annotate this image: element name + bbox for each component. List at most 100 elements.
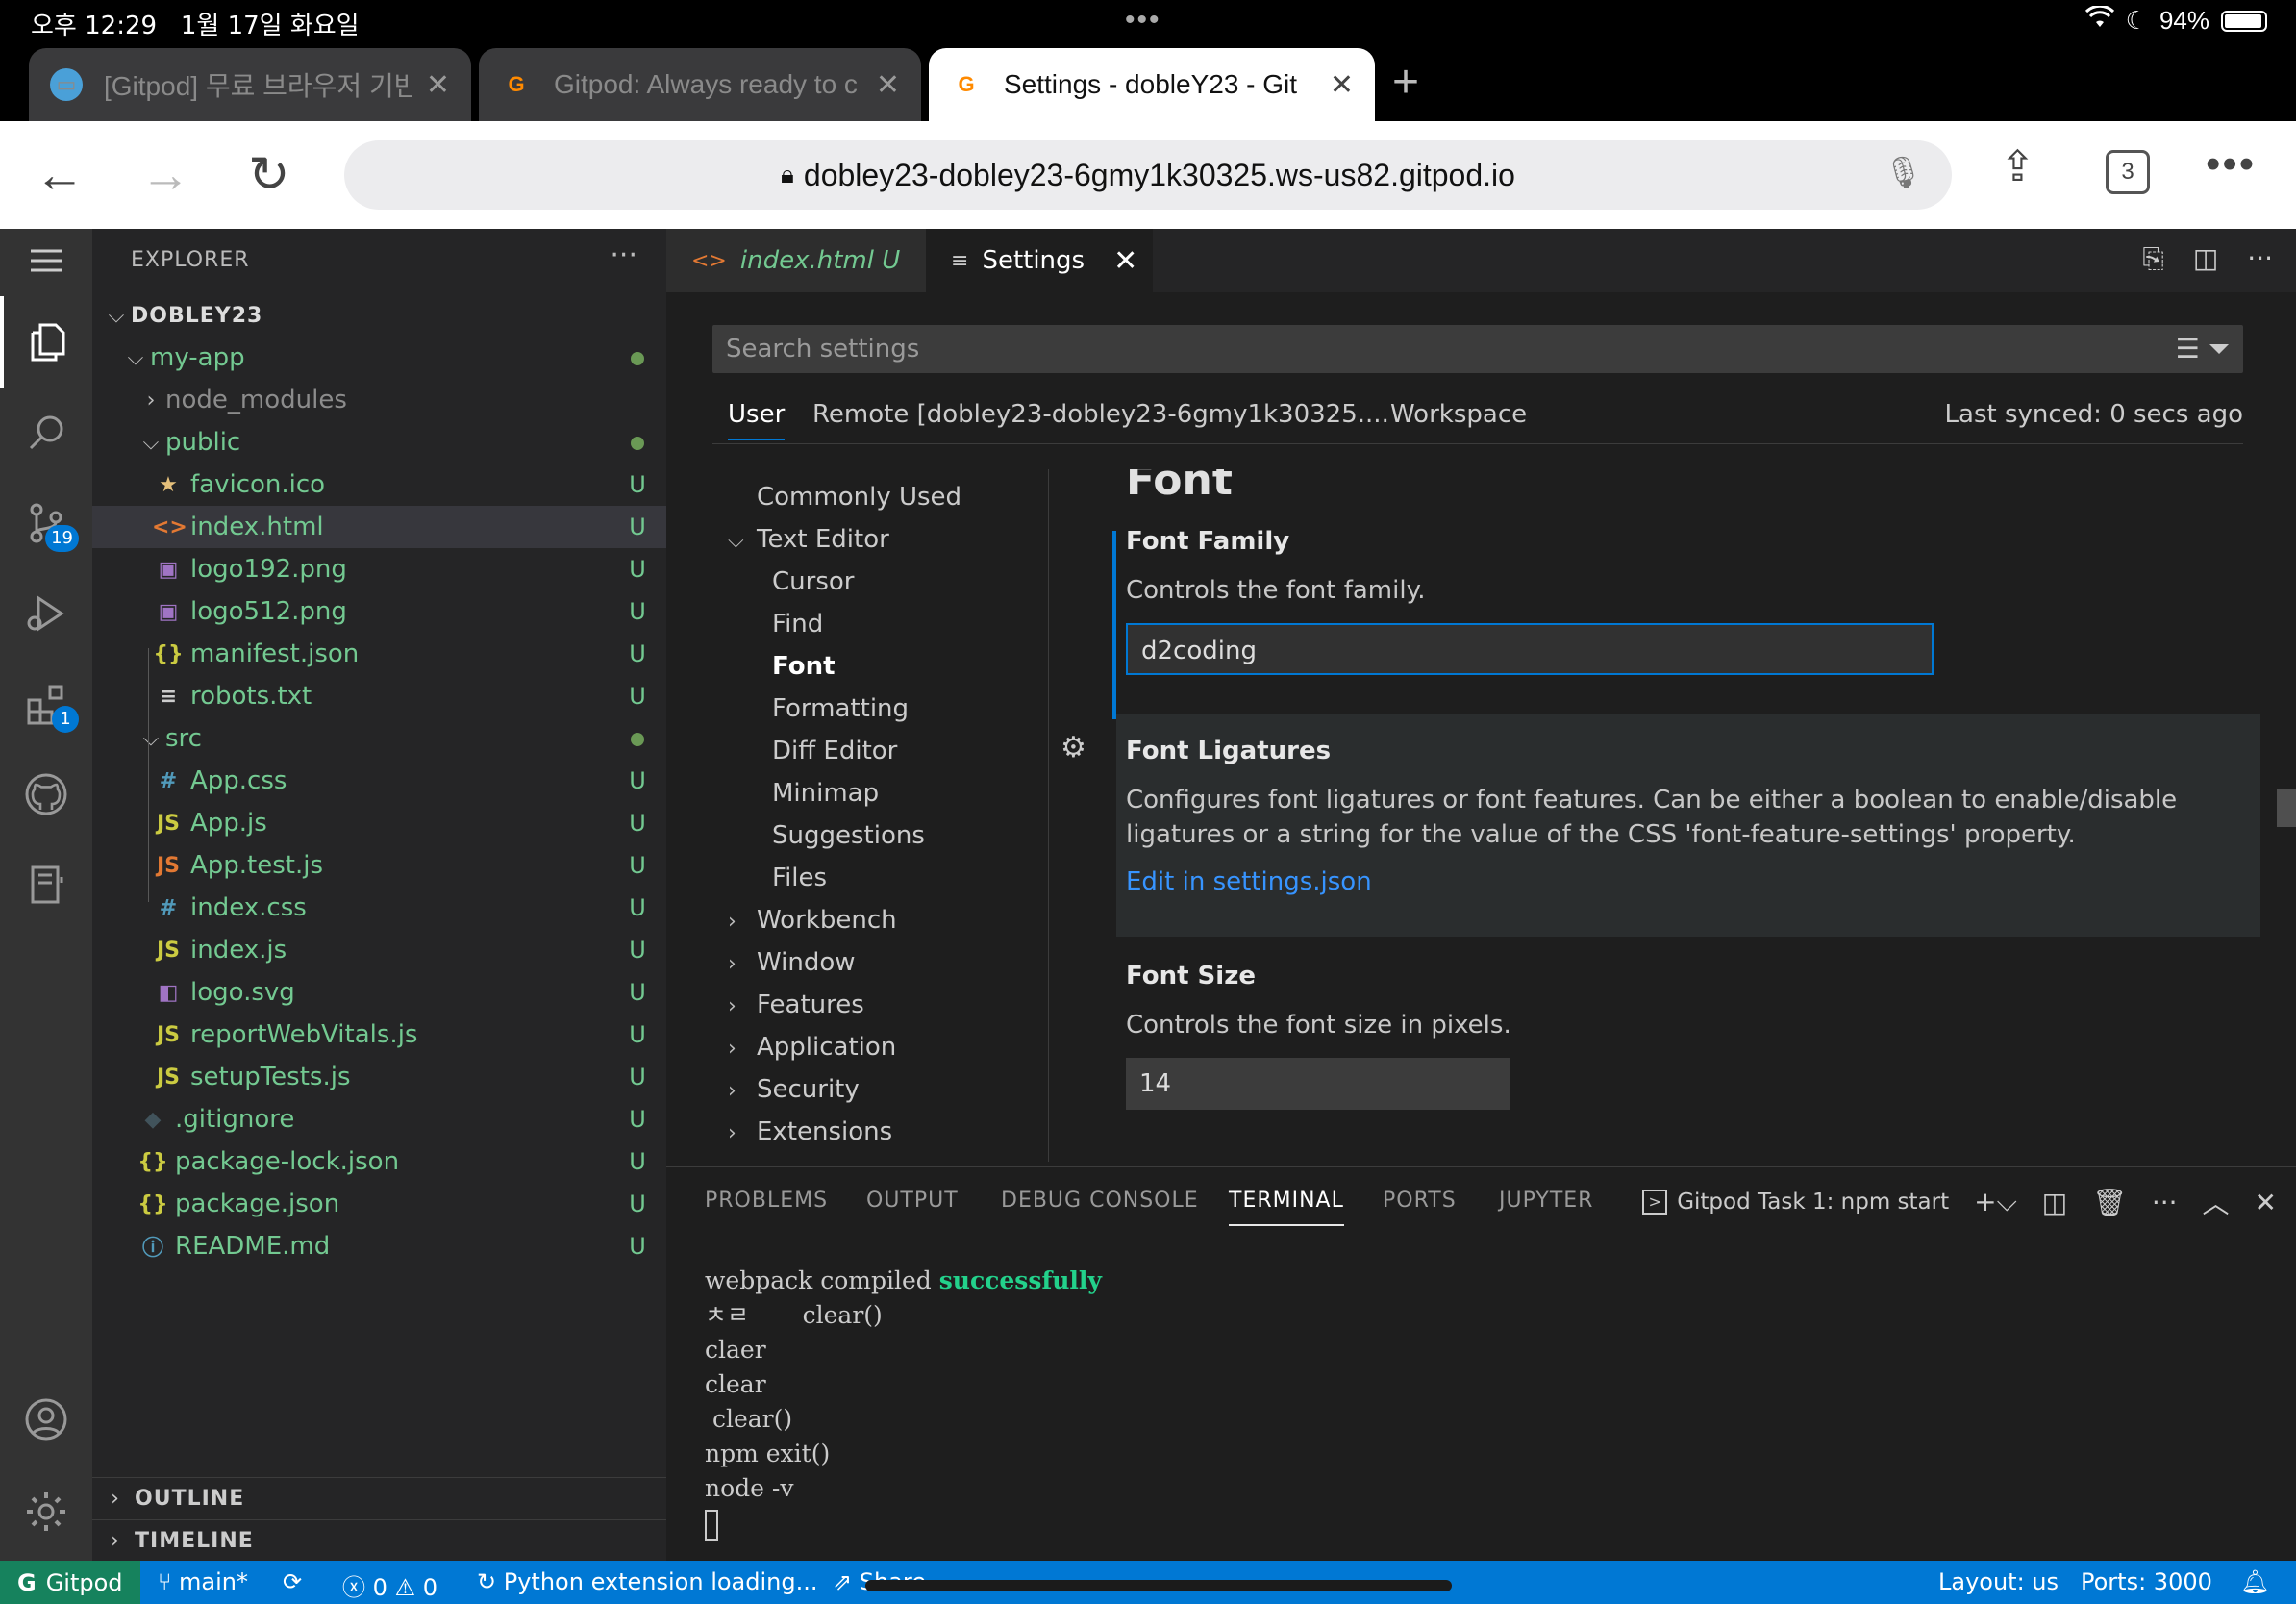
- new-terminal-plus-icon[interactable]: +⌵: [1974, 1186, 2017, 1218]
- file-item[interactable]: ◧ logo.svg U: [92, 971, 666, 1014]
- scope-tab-remote[interactable]: Remote [dobley23-dobley23-6gmy1k30325...…: [812, 400, 1389, 429]
- scrollbar-thumb[interactable]: [2277, 789, 2296, 827]
- run-debug-icon[interactable]: [0, 567, 92, 660]
- split-terminal-icon[interactable]: ◫: [2042, 1187, 2067, 1218]
- tab-index-html[interactable]: <> index.html U: [666, 229, 926, 292]
- close-tab-icon[interactable]: ✕: [876, 68, 900, 102]
- panel-tab-debug-console[interactable]: DEBUG CONSOLE: [1001, 1189, 1199, 1213]
- manage-gear-icon[interactable]: [0, 1466, 92, 1558]
- file-item[interactable]: JS reportWebVitals.js U: [92, 1014, 666, 1056]
- panel-tab-jupyter[interactable]: JUPYTER: [1499, 1189, 1593, 1213]
- close-tab-icon[interactable]: ✕: [1330, 68, 1354, 102]
- toc-item[interactable]: Files: [772, 864, 827, 892]
- trash-icon[interactable]: 🗑︎: [2092, 1187, 2127, 1218]
- toc-item[interactable]: › Application: [728, 1033, 896, 1062]
- workspace-root[interactable]: ⌵ DOBLEY23: [92, 294, 666, 337]
- home-indicator[interactable]: [865, 1580, 1452, 1591]
- toc-item[interactable]: Diff Editor: [772, 737, 897, 765]
- extensions-icon[interactable]: 1: [0, 658, 92, 750]
- more-menu-icon[interactable]: •••: [2206, 140, 2256, 188]
- edit-in-settings-json-link[interactable]: Edit in settings.json: [1126, 867, 2260, 896]
- tab-overview-button[interactable]: 3: [2106, 150, 2150, 194]
- close-tab-icon[interactable]: ✕: [426, 68, 450, 102]
- file-item[interactable]: <> index.html U: [92, 506, 666, 548]
- close-panel-icon[interactable]: ✕: [2255, 1187, 2277, 1218]
- file-item[interactable]: ★ favicon.ico U: [92, 464, 666, 506]
- toc-item[interactable]: Minimap: [772, 779, 879, 808]
- panel-tab-terminal[interactable]: TERMINAL: [1229, 1189, 1344, 1226]
- menu-hamburger-icon[interactable]: [0, 229, 92, 292]
- file-item[interactable]: # App.css U: [92, 760, 666, 802]
- terminal-task-selector[interactable]: > Gitpod Task 1: npm start: [1642, 1190, 1949, 1215]
- account-icon[interactable]: [0, 1373, 92, 1466]
- python-status[interactable]: ↻ Python extension loading...: [477, 1568, 818, 1595]
- search-icon[interactable]: [0, 387, 92, 479]
- scope-tab-user[interactable]: User: [728, 400, 786, 440]
- open-settings-json-icon[interactable]: ⎘: [2142, 242, 2163, 275]
- tab-settings[interactable]: ≡ Settings ✕: [926, 229, 1153, 292]
- panel-tab-output[interactable]: OUTPUT: [866, 1189, 959, 1213]
- toc-item[interactable]: Font: [772, 652, 836, 681]
- toc-item[interactable]: › Window: [728, 948, 856, 977]
- setting-gear-icon[interactable]: ⚙: [1061, 731, 1086, 764]
- maximize-panel-icon[interactable]: ︿: [2203, 1183, 2230, 1221]
- file-item[interactable]: ▣ logo192.png U: [92, 548, 666, 590]
- share-icon[interactable]: ⇪: [2000, 142, 2035, 191]
- more-actions-icon[interactable]: ···: [2247, 242, 2273, 275]
- timeline-section[interactable]: › TIMELINE: [92, 1519, 666, 1562]
- notebook-icon[interactable]: [0, 839, 92, 931]
- file-item[interactable]: # index.css U: [92, 887, 666, 929]
- reload-icon[interactable]: ↻: [248, 146, 290, 204]
- filter-icon[interactable]: ☰ ⏷: [2176, 325, 2230, 373]
- ports-status[interactable]: Ports: 3000: [2081, 1568, 2212, 1595]
- file-item[interactable]: JS App.js U: [92, 802, 666, 844]
- toc-item[interactable]: Commonly Used: [757, 483, 961, 512]
- github-icon[interactable]: [0, 748, 92, 840]
- browser-tab-3-active[interactable]: G Settings - dobleY23 - Git ✕: [929, 48, 1375, 121]
- notifications-bell-icon[interactable]: 🔔︎: [2240, 1568, 2269, 1595]
- problems-counter[interactable]: ⓧ 0 ⚠ 0: [342, 1568, 437, 1602]
- git-branch[interactable]: ⑂ main*: [158, 1568, 248, 1595]
- folder-item[interactable]: › node_modules: [92, 379, 666, 421]
- outline-section[interactable]: › OUTLINE: [92, 1477, 666, 1519]
- keyboard-layout[interactable]: Layout: us: [1938, 1568, 2059, 1595]
- forward-arrow-icon[interactable]: →: [140, 146, 190, 204]
- toc-item[interactable]: Suggestions: [772, 821, 925, 850]
- explorer-files-icon[interactable]: [0, 296, 92, 388]
- file-item[interactable]: ▣ logo512.png U: [92, 590, 666, 633]
- file-item[interactable]: {} manifest.json U: [92, 633, 666, 675]
- address-bar[interactable]: 🔒︎ dobley23-dobley23-6gmy1k30325.ws-us82…: [344, 140, 1952, 210]
- more-actions-icon[interactable]: ···: [2152, 1187, 2178, 1218]
- toc-item[interactable]: ⌵ Text Editor: [728, 525, 889, 554]
- split-editor-icon[interactable]: ◫: [2193, 242, 2218, 275]
- toc-item[interactable]: › Security: [728, 1075, 860, 1104]
- folder-item[interactable]: ⌵ src: [92, 717, 666, 760]
- file-item[interactable]: {} package-lock.json U: [92, 1140, 666, 1183]
- toc-item[interactable]: Cursor: [772, 567, 854, 596]
- toc-item[interactable]: › Features: [728, 990, 864, 1019]
- sync-icon[interactable]: ⟳: [283, 1568, 302, 1595]
- browser-tab-1[interactable]: ▭ [Gitpod] 무료 브라우저 기반 ✕: [29, 48, 471, 121]
- file-item[interactable]: ≡ robots.txt U: [92, 675, 666, 717]
- more-actions-icon[interactable]: ···: [610, 238, 637, 272]
- new-tab-plus-icon[interactable]: +: [1392, 56, 1419, 109]
- multitasking-dots-icon[interactable]: •••: [1125, 4, 1161, 37]
- font-size-input[interactable]: 14: [1126, 1058, 1510, 1110]
- panel-tab-problems[interactable]: PROBLEMS: [705, 1189, 828, 1213]
- microphone-icon[interactable]: 🎙︎: [1884, 154, 1923, 190]
- search-settings-input[interactable]: Search settings ☰ ⏷: [712, 325, 2243, 373]
- scope-tab-workspace[interactable]: Workspace: [1390, 400, 1527, 429]
- file-item[interactable]: JS index.js U: [92, 929, 666, 971]
- browser-tab-2[interactable]: G Gitpod: Always ready to c ✕: [479, 48, 921, 121]
- file-item[interactable]: JS setupTests.js U: [92, 1056, 666, 1098]
- file-item[interactable]: ◆ .gitignore U: [92, 1098, 666, 1140]
- folder-item[interactable]: ⌵ my-app: [92, 337, 666, 379]
- close-icon[interactable]: ✕: [1113, 244, 1137, 278]
- toc-item[interactable]: › Workbench: [728, 906, 897, 935]
- font-family-input[interactable]: d2coding: [1126, 623, 1934, 675]
- toc-item[interactable]: Formatting: [772, 694, 909, 723]
- file-item[interactable]: {} package.json U: [92, 1183, 666, 1225]
- folder-item[interactable]: ⌵ public: [92, 421, 666, 464]
- panel-tab-ports[interactable]: PORTS: [1383, 1189, 1457, 1213]
- toc-item[interactable]: Find: [772, 610, 823, 639]
